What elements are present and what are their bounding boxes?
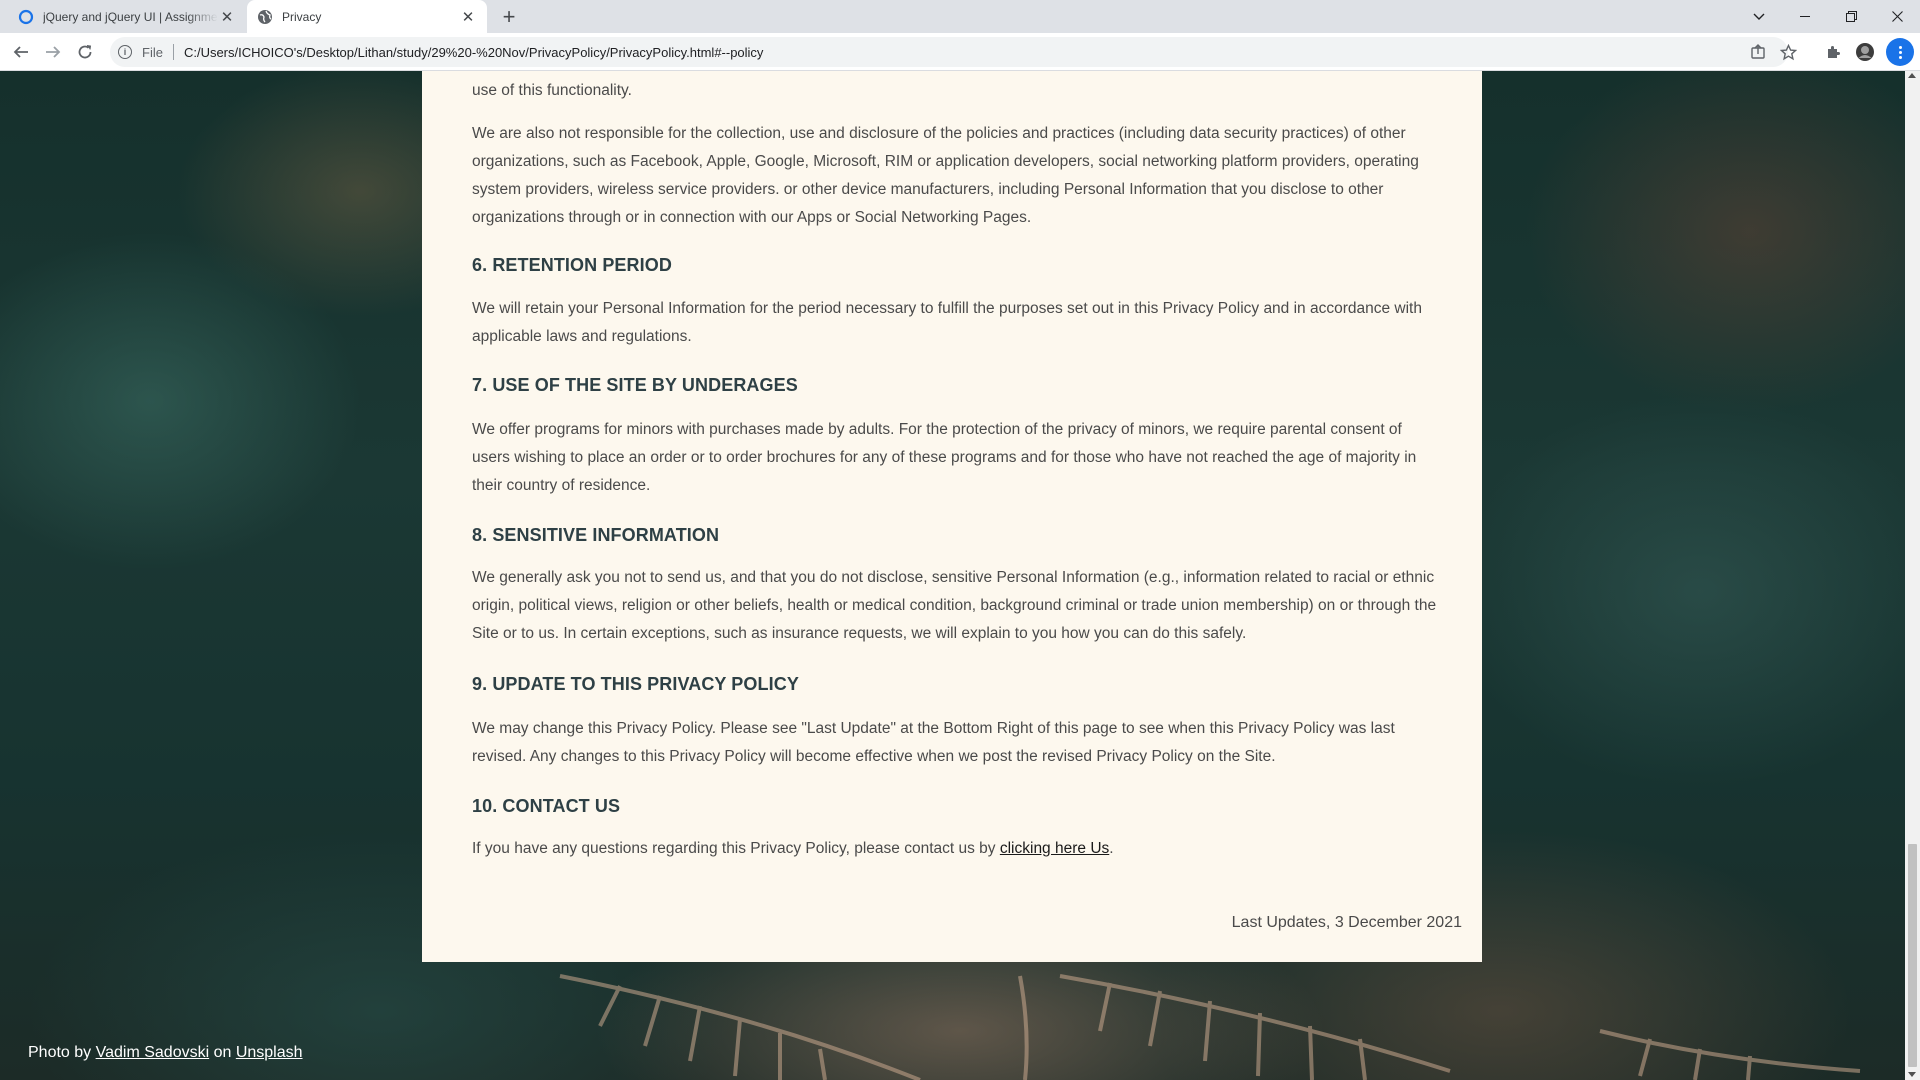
- contact-text-end: .: [1109, 840, 1114, 857]
- profile-avatar-icon[interactable]: [1854, 41, 1876, 63]
- unsplash-link[interactable]: Unsplash: [236, 1044, 303, 1061]
- contact-link[interactable]: clicking here Us: [1000, 840, 1109, 857]
- bookmark-star-icon[interactable]: [1780, 37, 1797, 67]
- section-heading-update: 9. UPDATE TO THIS PRIVACY POLICY: [472, 674, 799, 694]
- globe-icon: [258, 9, 272, 24]
- photo-credit: Photo by Vadim Sadovski on Unsplash: [28, 1044, 303, 1062]
- page-scrollbar[interactable]: [1905, 71, 1920, 1080]
- tab-title: Privacy: [282, 9, 322, 24]
- section-body-retention: We will retain your Personal Information…: [472, 300, 1422, 345]
- section-body-contact: If you have any questions regarding this…: [472, 835, 1442, 863]
- scroll-thumb[interactable]: [1908, 844, 1917, 1067]
- tab-close-icon[interactable]: ✕: [218, 8, 236, 26]
- credit-middle: on: [209, 1044, 236, 1061]
- restore-icon[interactable]: [1828, 0, 1874, 33]
- new-tab-button[interactable]: +: [498, 6, 520, 28]
- tab-title: jQuery and jQuery UI | Assignment: [43, 9, 218, 24]
- reload-icon[interactable]: [72, 39, 98, 65]
- back-arrow-icon[interactable]: [8, 39, 34, 65]
- browser-menu-icon[interactable]: [1886, 38, 1914, 66]
- section-body-underages: We offer programs for minors with purcha…: [472, 421, 1417, 494]
- address-bar[interactable]: i File C:/Users/ICHOICO's/Desktop/Lithan…: [110, 37, 1797, 67]
- url-text[interactable]: C:/Users/ICHOICO's/Desktop/Lithan/study/…: [184, 45, 763, 60]
- photographer-link[interactable]: Vadim Sadovski: [96, 1044, 210, 1061]
- section-heading-contact: 10. CONTACT US: [472, 796, 621, 816]
- section-heading-underages: 7. USE OF THE SITE BY UNDERAGES: [472, 375, 798, 395]
- section-heading-sensitive: 8. SENSITIVE INFORMATION: [472, 525, 720, 545]
- close-window-icon[interactable]: [1874, 0, 1920, 33]
- scroll-up-arrow-icon[interactable]: [1908, 73, 1916, 78]
- credit-prefix: Photo by: [28, 1044, 96, 1061]
- browser-toolbar: i File C:/Users/ICHOICO's/Desktop/Lithan…: [0, 33, 1920, 71]
- extensions-puzzle-icon[interactable]: [1822, 41, 1844, 63]
- tab-close-icon[interactable]: ✕: [459, 8, 477, 26]
- contact-text: If you have any questions regarding this…: [472, 840, 1000, 857]
- minimize-icon[interactable]: [1782, 0, 1828, 33]
- site-info-icon[interactable]: i: [118, 45, 132, 59]
- section-body-update: We may change this Privacy Policy. Pleas…: [472, 720, 1395, 765]
- intro-continuation: use of this functionality.: [472, 82, 632, 99]
- circle-logo-icon: [18, 9, 34, 24]
- tab-jquery-assignment[interactable]: jQuery and jQuery UI | Assignment ✕: [8, 0, 246, 33]
- section-body-sensitive: We generally ask you not to send us, and…: [472, 569, 1437, 642]
- last-updates-text: Last Updates, 3 December 2021: [1231, 914, 1462, 931]
- third-party-paragraph: We are also not responsible for the coll…: [472, 125, 1419, 226]
- forward-arrow-icon[interactable]: [40, 39, 66, 65]
- omnibox-divider: [172, 44, 174, 60]
- scheme-label: File: [142, 44, 163, 60]
- scroll-down-arrow-icon[interactable]: [1908, 1072, 1916, 1077]
- tab-privacy[interactable]: Privacy ✕: [247, 0, 487, 33]
- page-viewport: use of this functionality. We are also n…: [0, 71, 1905, 1080]
- share-icon[interactable]: [1750, 37, 1766, 67]
- section-heading-retention: 6. RETENTION PERIOD: [472, 255, 672, 275]
- tab-strip: jQuery and jQuery UI | Assignment ✕ Priv…: [0, 0, 1920, 33]
- tab-search-chevron-icon[interactable]: [1736, 0, 1782, 33]
- privacy-policy-card: use of this functionality. We are also n…: [422, 71, 1482, 962]
